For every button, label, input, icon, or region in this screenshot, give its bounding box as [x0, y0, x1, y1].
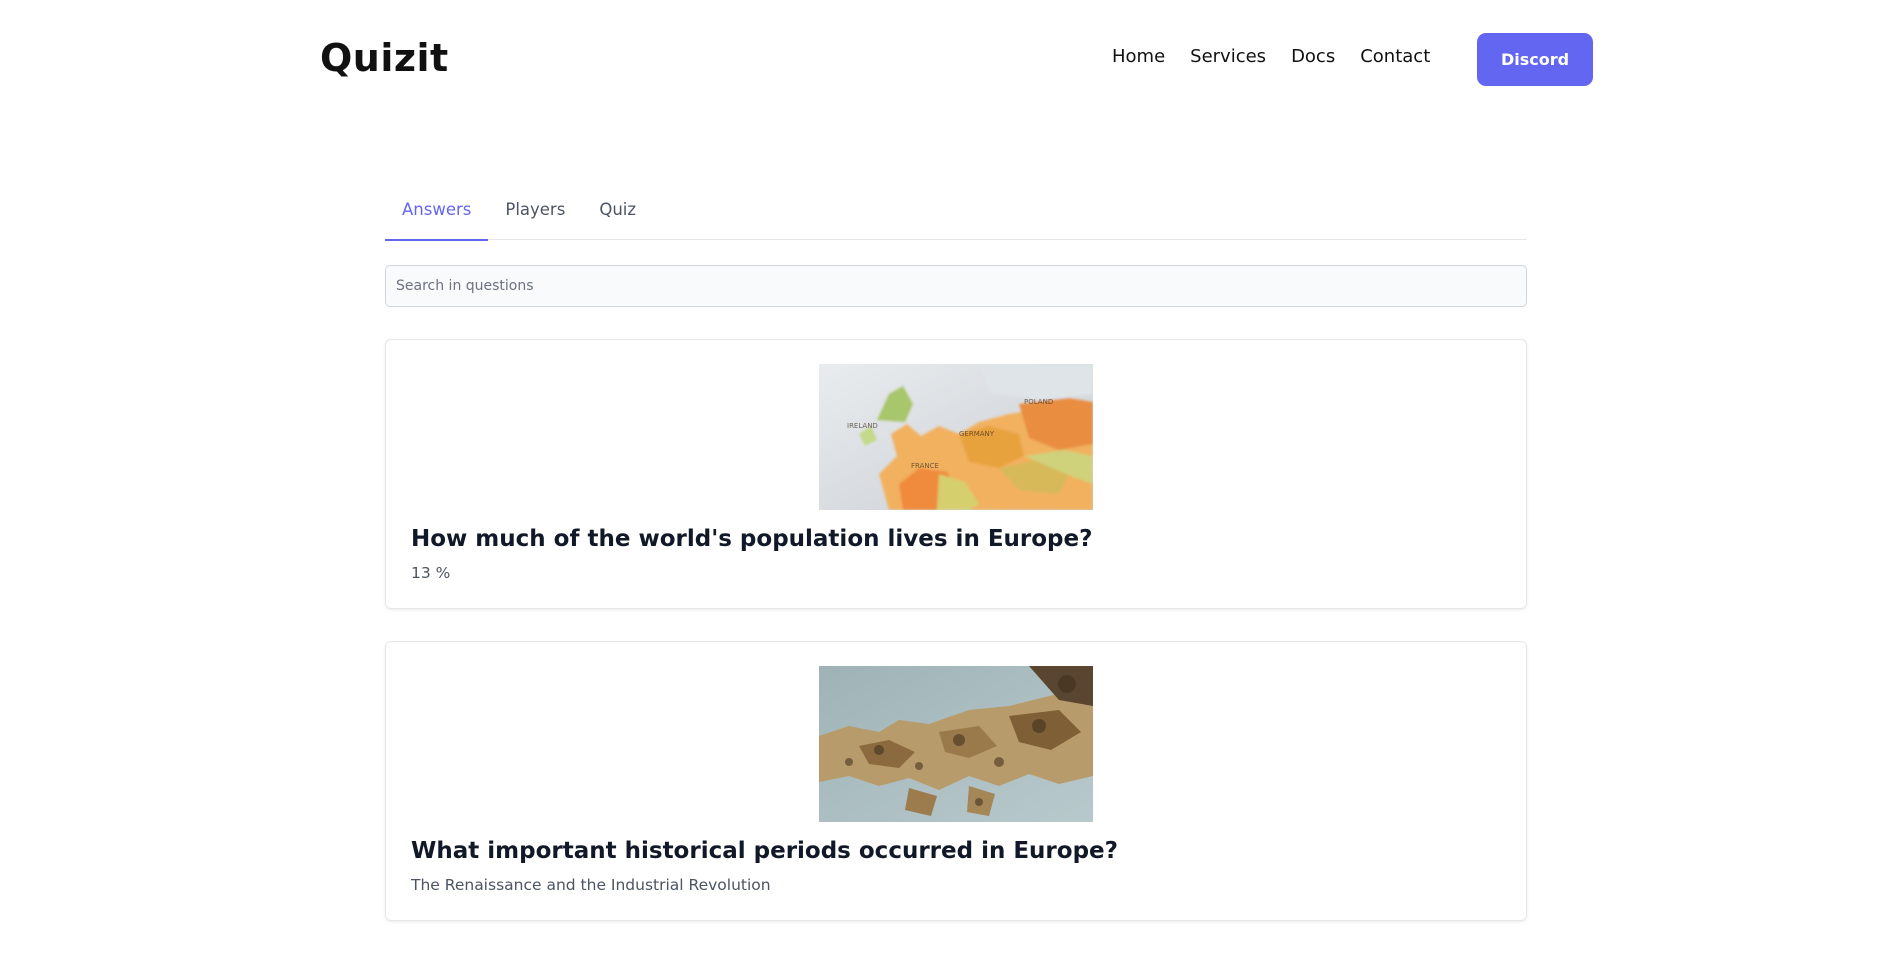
main-nav: Home Services Docs Contact [1112, 46, 1455, 67]
tab-players[interactable]: Players [488, 184, 582, 240]
question-title: What important historical periods occurr… [411, 838, 1118, 864]
answer-text: The Renaissance and the Industrial Revol… [411, 876, 771, 894]
europe-map-image: POLAND GERMANY FRANCE IRELAND [819, 364, 1093, 510]
nav-home-link[interactable]: Home [1112, 46, 1165, 67]
brand-logo[interactable]: Quizit [320, 36, 449, 80]
historical-map-image [819, 666, 1093, 822]
nav-contact-link[interactable]: Contact [1360, 46, 1430, 67]
tab-quiz[interactable]: Quiz [582, 184, 653, 240]
question-card: POLAND GERMANY FRANCE IRELAND How much o… [385, 339, 1527, 609]
svg-text:POLAND: POLAND [1024, 398, 1053, 406]
tab-answers[interactable]: Answers [385, 184, 489, 241]
svg-text:FRANCE: FRANCE [911, 462, 939, 470]
main-content: Answers Players Quiz Search in questions… [385, 184, 1527, 921]
discord-button[interactable]: Discord [1477, 33, 1593, 86]
question-card: What important historical periods occurr… [385, 641, 1527, 921]
tab-bar: Answers Players Quiz [385, 184, 1527, 241]
nav-services-link[interactable]: Services [1190, 46, 1266, 67]
nav-docs-link[interactable]: Docs [1291, 46, 1335, 67]
svg-text:IRELAND: IRELAND [847, 422, 878, 430]
search-input[interactable] [385, 265, 1527, 307]
question-title: How much of the world's population lives… [411, 526, 1093, 552]
site-header: Quizit Home Services Docs Contact Discor… [0, 0, 1900, 118]
svg-text:GERMANY: GERMANY [959, 430, 995, 438]
answer-text: 13 % [411, 564, 451, 582]
